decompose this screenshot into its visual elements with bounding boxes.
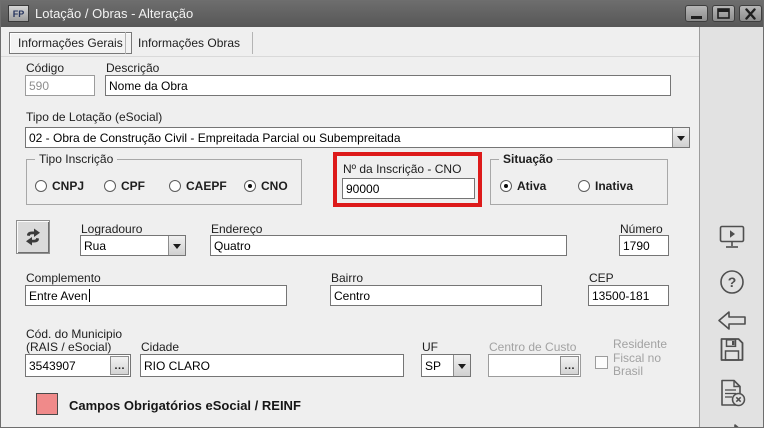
descricao-field[interactable]: [105, 75, 671, 96]
cidade-field[interactable]: [140, 354, 404, 377]
radio-caepf[interactable]: [169, 180, 181, 192]
minimize-button[interactable]: [685, 5, 708, 22]
chevron-down-icon[interactable]: [453, 355, 470, 376]
tipo-lotacao-label: Tipo de Lotação (eSocial): [26, 110, 162, 124]
save-button[interactable]: [718, 336, 745, 368]
app-icon: FP: [8, 5, 29, 22]
cep-field[interactable]: [588, 285, 669, 306]
residente-fiscal-checkbox[interactable]: [595, 356, 608, 369]
question-mark-icon: ?: [719, 269, 745, 295]
swap-arrows-icon: [23, 227, 43, 247]
codigo-field[interactable]: [25, 75, 95, 96]
maximize-icon: [716, 7, 731, 20]
required-fields-legend: Campos Obrigatórios eSocial / REINF: [69, 398, 301, 413]
radio-ativa-label: Ativa: [517, 179, 546, 193]
centro-custo-lookup-button[interactable]: [560, 356, 579, 375]
centro-custo-wrap: [488, 354, 581, 377]
cancel-button[interactable]: [717, 378, 747, 413]
save-floppy-icon: [718, 336, 745, 363]
radio-cpf[interactable]: [104, 180, 116, 192]
radio-cnpj-label: CNPJ: [52, 179, 84, 193]
close-button[interactable]: [739, 5, 762, 22]
window-title: Lotação / Obras - Alteração: [35, 6, 193, 21]
tipo-inscricao-group-label: Tipo Inscrição: [35, 152, 117, 166]
text-cursor: [89, 289, 90, 302]
inscricao-cno-label: Nº da Inscrição - CNO: [343, 162, 461, 176]
maximize-button[interactable]: [712, 5, 735, 22]
radio-inativa-label: Inativa: [595, 179, 633, 193]
complemento-field[interactable]: Entre Aven: [25, 285, 287, 306]
chevron-down-icon[interactable]: [168, 236, 185, 255]
radio-ativa[interactable]: [500, 180, 512, 192]
arrow-left-icon: [717, 310, 747, 331]
numero-label: Número: [620, 222, 663, 236]
tab-informacoes-gerais[interactable]: Informações Gerais: [9, 32, 132, 54]
monitor-play-icon: [718, 224, 746, 250]
arrow-right-icon: [717, 423, 747, 428]
radio-cpf-label: CPF: [121, 179, 145, 193]
uf-label: UF: [422, 340, 438, 354]
forward-button[interactable]: [717, 423, 747, 428]
help-button[interactable]: ?: [719, 269, 745, 300]
cidade-label: Cidade: [141, 340, 179, 354]
titlebar: FP Lotação / Obras - Alteração: [1, 1, 763, 27]
centro-custo-label: Centro de Custo: [489, 340, 576, 354]
back-button[interactable]: [717, 310, 747, 336]
video-tutorial-button[interactable]: [718, 224, 746, 255]
radio-inativa[interactable]: [578, 180, 590, 192]
bairro-field[interactable]: [330, 285, 542, 306]
document-cancel-icon: [717, 378, 747, 408]
cod-municipio-label-line1: Cód. do Municipio: [26, 327, 122, 341]
logradouro-value: Rua: [81, 239, 168, 253]
cod-municipio-wrap: [25, 354, 131, 377]
tipo-lotacao-select[interactable]: 02 - Obra de Construção Civil - Empreita…: [25, 127, 690, 148]
descricao-label: Descrição: [106, 61, 159, 75]
close-icon: [744, 8, 757, 20]
endereco-label: Endereço: [211, 222, 262, 236]
cep-label: CEP: [589, 271, 614, 285]
cod-municipio-label-line2: (RAIS / eSocial): [26, 340, 111, 354]
chevron-down-icon[interactable]: [672, 128, 689, 147]
dialog-window: FP Lotação / Obras - Alteração Informaçõ…: [0, 0, 764, 428]
bairro-label: Bairro: [331, 271, 363, 285]
residente-fiscal-label: Residente Fiscal no Brasil: [613, 338, 671, 379]
radio-caepf-label: CAEPF: [186, 179, 227, 193]
inscricao-cno-field[interactable]: [342, 178, 475, 199]
tipo-lotacao-value: 02 - Obra de Construção Civil - Empreita…: [26, 131, 672, 145]
cod-municipio-lookup-button[interactable]: [110, 356, 129, 375]
complemento-label: Complemento: [26, 271, 101, 285]
complemento-value: Entre Aven: [29, 289, 88, 303]
side-toolbar: ?: [699, 27, 763, 427]
uf-value: SP: [422, 359, 453, 373]
codigo-label: Código: [26, 61, 64, 75]
endereco-field[interactable]: [210, 235, 567, 256]
tab-strip: Informações Gerais Informações Obras: [1, 27, 700, 57]
radio-cno[interactable]: [244, 180, 256, 192]
numero-field[interactable]: [619, 235, 669, 256]
minimize-icon: [689, 7, 704, 20]
svg-text:?: ?: [727, 274, 736, 290]
tab-informacoes-obras[interactable]: Informações Obras: [125, 32, 253, 54]
required-field-color-swatch: [36, 393, 58, 415]
situacao-group-label: Situação: [499, 152, 557, 166]
radio-cno-label: CNO: [261, 179, 288, 193]
logradouro-label: Logradouro: [81, 222, 142, 236]
uf-select[interactable]: SP: [421, 354, 471, 377]
logradouro-select[interactable]: Rua: [80, 235, 186, 256]
radio-cnpj[interactable]: [35, 180, 47, 192]
address-lookup-button[interactable]: [16, 220, 50, 254]
